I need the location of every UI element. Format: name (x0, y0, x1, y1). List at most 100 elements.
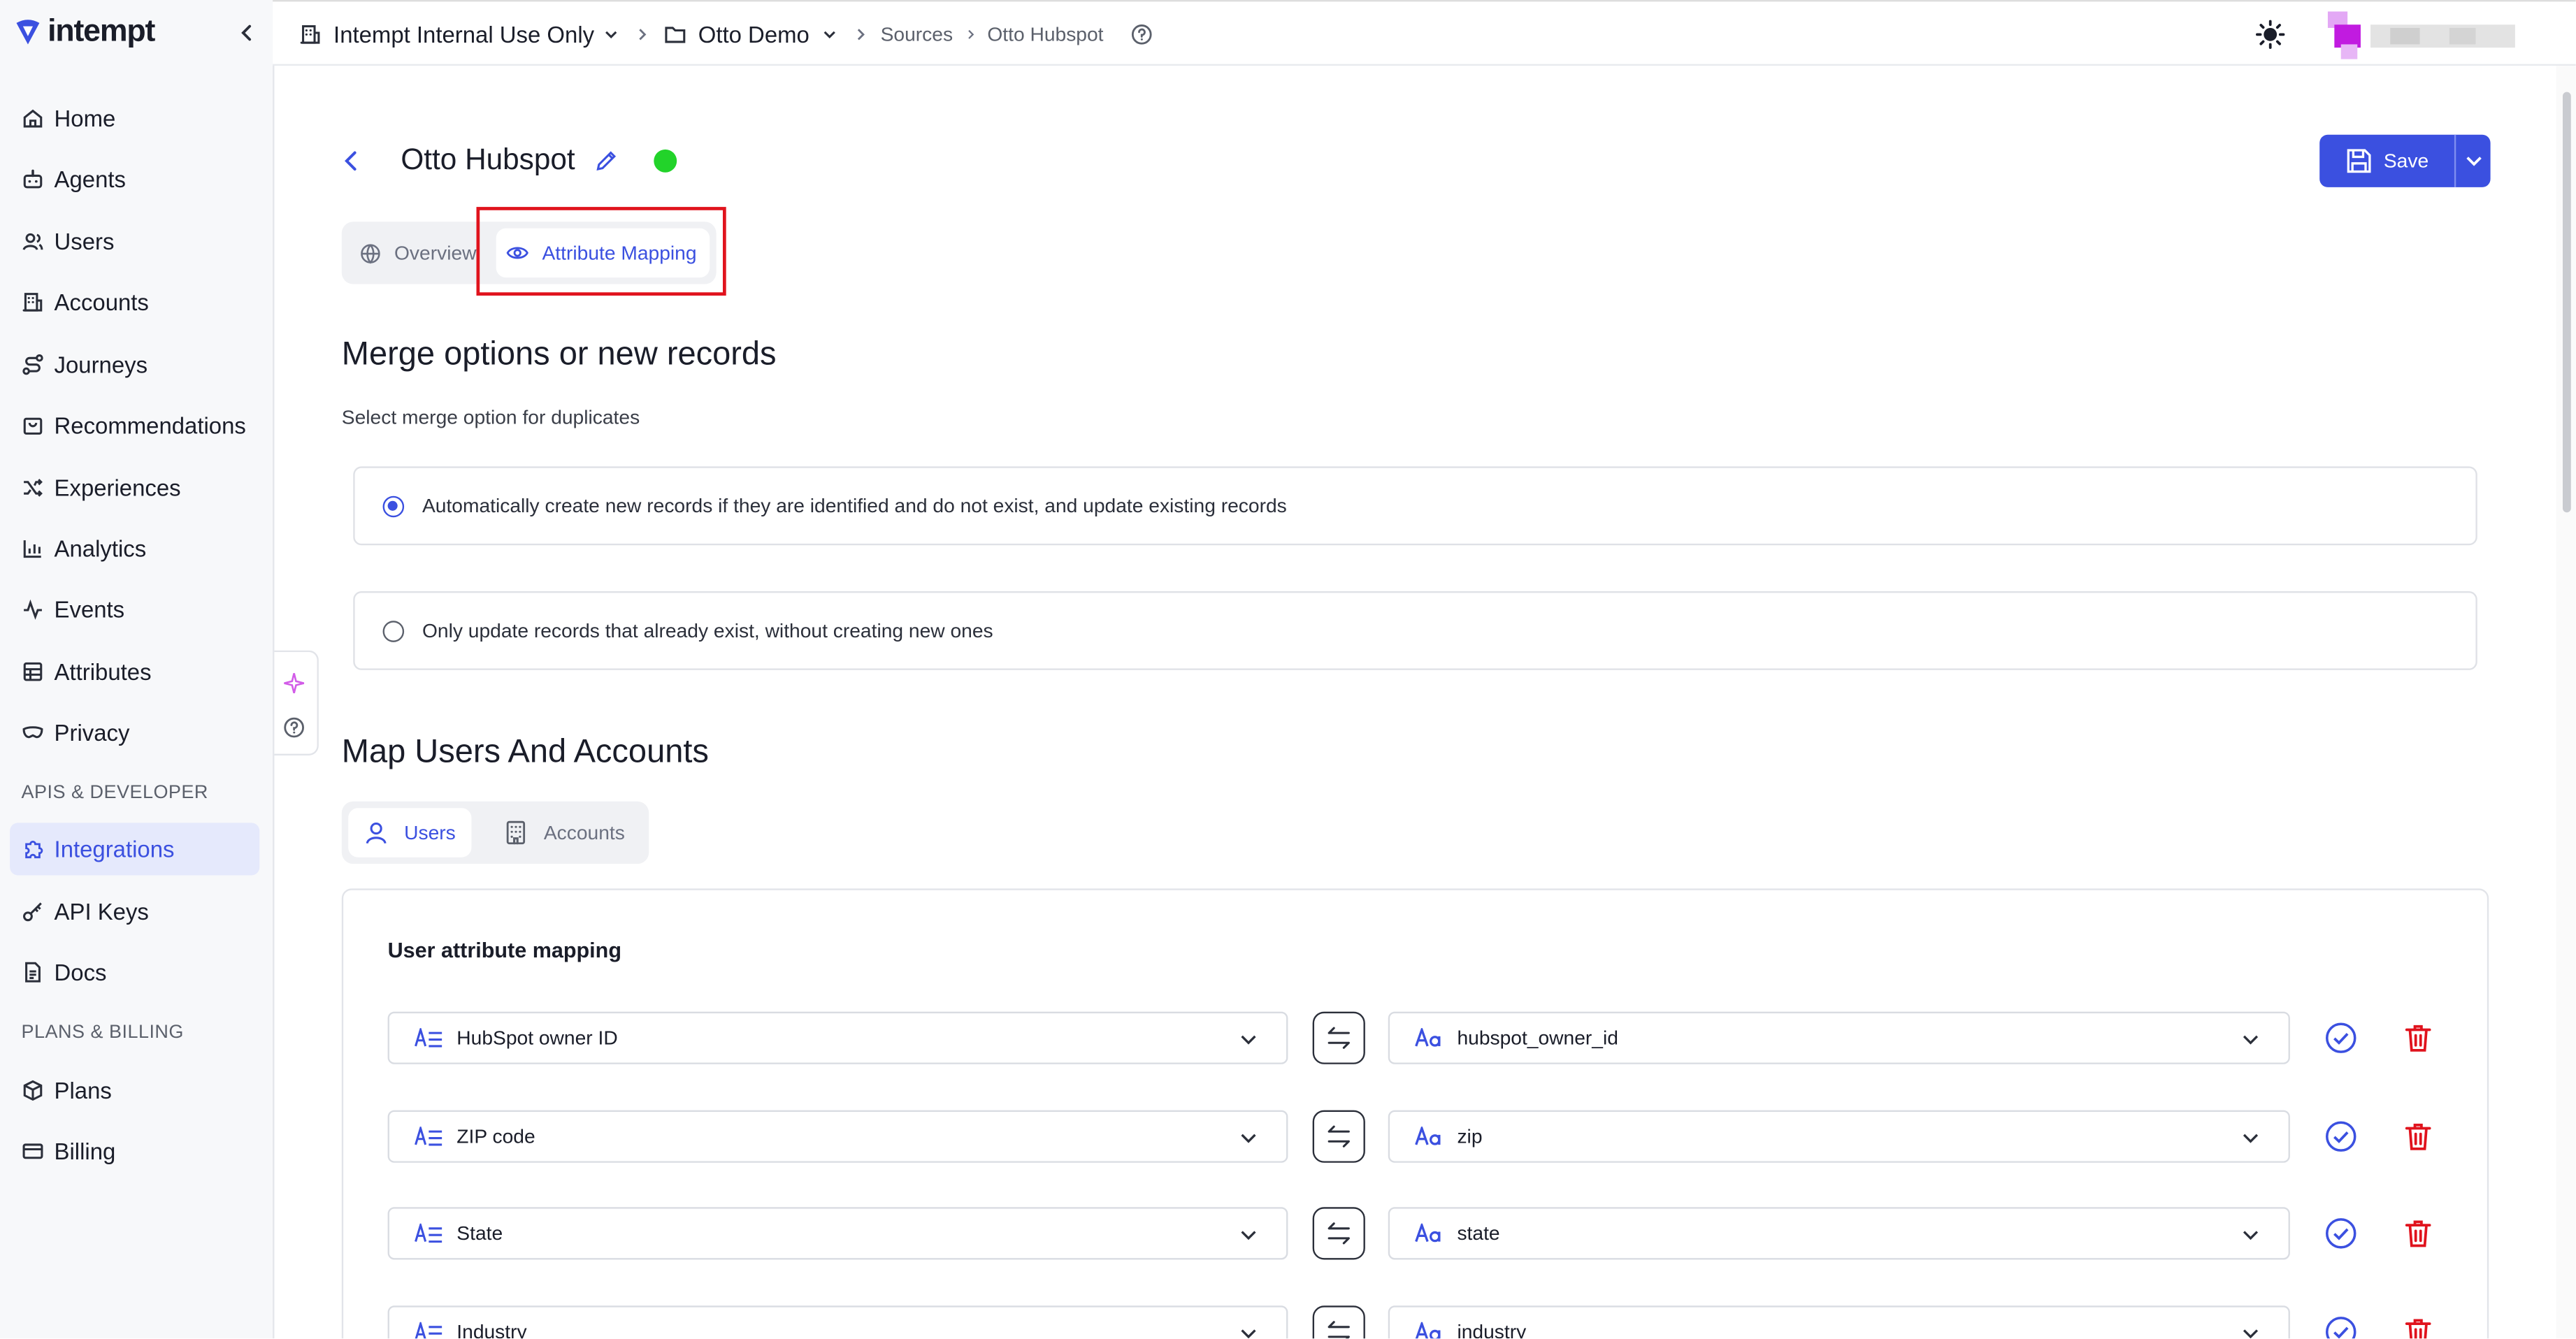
confirm-check-icon[interactable] (2324, 1022, 2357, 1055)
target-attribute-select[interactable]: hubspot_owner_id (1388, 1011, 2290, 1064)
source-attribute-select[interactable]: Industry (387, 1305, 1288, 1339)
back-arrow-icon[interactable] (338, 147, 365, 174)
segment-accounts[interactable]: Accounts (489, 808, 644, 857)
confirm-check-icon[interactable] (2324, 1315, 2357, 1339)
breadcrumb-sources[interactable]: Sources (881, 1, 953, 67)
pencil-icon[interactable] (593, 147, 619, 174)
chevron-down-icon[interactable] (603, 27, 619, 43)
target-attribute-select[interactable]: industry (1388, 1305, 2290, 1339)
sidebar-item-docs[interactable]: Docs (10, 946, 259, 999)
route-icon (22, 354, 43, 375)
shuffle-icon (24, 479, 43, 497)
chevron-down-icon[interactable] (821, 27, 838, 43)
sidebar-item-experiences[interactable]: Experiences (10, 461, 259, 514)
target-attribute-select[interactable]: state (1388, 1207, 2290, 1260)
source-attribute-label: State (456, 1222, 503, 1245)
text-type-icon (1414, 1127, 1444, 1146)
merge-option-update-only[interactable]: Only update records that already exist, … (353, 591, 2477, 670)
swap-mapping-button[interactable] (1312, 1110, 1365, 1163)
package-icon (23, 1080, 43, 1101)
scrollbar-thumb[interactable] (2562, 92, 2571, 513)
chevron-down-icon (1241, 1134, 1256, 1143)
save-button-group: Save (2319, 134, 2491, 187)
help-circle-icon[interactable] (282, 716, 305, 739)
sidebar-item-billing[interactable]: Billing (10, 1125, 259, 1178)
confirm-check-icon[interactable] (2324, 1120, 2357, 1153)
sparkle-icon[interactable] (282, 672, 305, 695)
sidebar-item-accounts[interactable]: Accounts (10, 276, 259, 328)
floppy-disk-icon (2347, 149, 2371, 173)
building-icon (22, 293, 43, 312)
save-button[interactable]: Save (2319, 135, 2454, 187)
trash-icon[interactable] (2402, 1120, 2435, 1153)
sidebar-item-label: Privacy (54, 719, 130, 746)
topbar: Intempt Internal Use Only Otto Demo Sour… (273, 0, 2576, 66)
sidebar-item-label: API Keys (54, 898, 149, 925)
building-icon (300, 25, 320, 44)
key-icon (23, 902, 42, 922)
mask-icon (22, 726, 43, 739)
segment-users[interactable]: Users (348, 808, 472, 857)
sidebar-item-agents[interactable]: Agents (10, 153, 259, 205)
puzzle-icon (25, 840, 43, 859)
sidebar: intempt Home Agents Users Accounts Journ… (0, 0, 275, 1339)
save-label: Save (2383, 149, 2429, 173)
logo[interactable]: intempt (13, 15, 155, 51)
sun-icon[interactable] (2256, 20, 2285, 50)
trash-icon[interactable] (2402, 1217, 2435, 1250)
sidebar-item-api-keys[interactable]: API Keys (10, 885, 259, 938)
chevron-right-icon (857, 29, 865, 41)
sidebar-item-attributes[interactable]: Attributes (10, 646, 259, 698)
trash-icon[interactable] (2402, 1022, 2435, 1055)
breadcrumb-org[interactable]: Intempt Internal Use Only (333, 1, 594, 67)
user-icon (366, 822, 387, 844)
sidebar-item-journeys[interactable]: Journeys (10, 338, 259, 391)
merge-option-create-update[interactable]: Automatically create new records if they… (353, 466, 2477, 546)
source-attribute-select[interactable]: State (387, 1207, 1288, 1260)
swap-mapping-button[interactable] (1312, 1011, 1365, 1064)
user-profile-avatar[interactable] (2318, 8, 2525, 64)
swap-mapping-button[interactable] (1312, 1305, 1365, 1339)
sidebar-item-analytics[interactable]: Analytics (10, 522, 259, 574)
section-label-billing: PLANS & BILLING (21, 1023, 184, 1043)
save-options-dropdown[interactable] (2456, 135, 2490, 187)
swap-arrows-icon (1327, 1222, 1350, 1245)
breadcrumb-project[interactable]: Otto Demo (698, 1, 810, 67)
chevron-down-icon (1241, 1329, 1256, 1339)
trash-icon[interactable] (2402, 1315, 2435, 1339)
swap-mapping-button[interactable] (1312, 1207, 1365, 1260)
sidebar-item-label: Recommendations (54, 412, 246, 439)
merge-heading: Merge options or new records (341, 336, 777, 373)
confirm-check-icon[interactable] (2324, 1217, 2357, 1250)
sidebar-item-plans[interactable]: Plans (10, 1064, 259, 1117)
target-attribute-select[interactable]: zip (1388, 1110, 2290, 1163)
sidebar-item-integrations[interactable]: Integrations (10, 823, 260, 876)
sidebar-item-label: Experiences (54, 475, 181, 501)
sidebar-item-recommendations[interactable]: Recommendations (10, 399, 259, 451)
collapse-sidebar-icon[interactable] (235, 22, 258, 45)
tab-overview-label: Overview (394, 241, 477, 265)
sidebar-item-label: Billing (54, 1138, 116, 1165)
sidebar-item-privacy[interactable]: Privacy (10, 706, 259, 758)
segment-users-label: Users (404, 821, 456, 844)
sidebar-item-home[interactable]: Home (10, 92, 259, 145)
breadcrumb-sources-label: Sources (880, 22, 954, 46)
sidebar-item-users[interactable]: Users (10, 215, 259, 268)
tab-overview[interactable]: Overview (342, 229, 490, 278)
sidebar-item-events[interactable]: Events (10, 583, 259, 635)
bot-icon (23, 169, 43, 189)
radio-selected[interactable] (382, 495, 405, 517)
source-attribute-label: ZIP code (456, 1124, 535, 1148)
chevron-down-icon (1241, 1231, 1256, 1240)
breadcrumb-project-label: Otto Demo (698, 21, 810, 48)
source-attribute-select[interactable]: HubSpot owner ID (387, 1011, 1288, 1064)
sidebar-item-label: Attributes (54, 658, 152, 685)
target-attribute-label: zip (1457, 1124, 1483, 1148)
mapping-heading: Map Users And Accounts (341, 734, 709, 771)
text-type-icon (1414, 1028, 1444, 1048)
source-attribute-select[interactable]: ZIP code (387, 1110, 1288, 1163)
sidebar-item-label: Docs (54, 959, 107, 985)
panel-title: User attribute mapping (387, 937, 621, 963)
help-circle-icon[interactable] (1130, 23, 1153, 46)
radio-unselected[interactable] (382, 620, 405, 642)
